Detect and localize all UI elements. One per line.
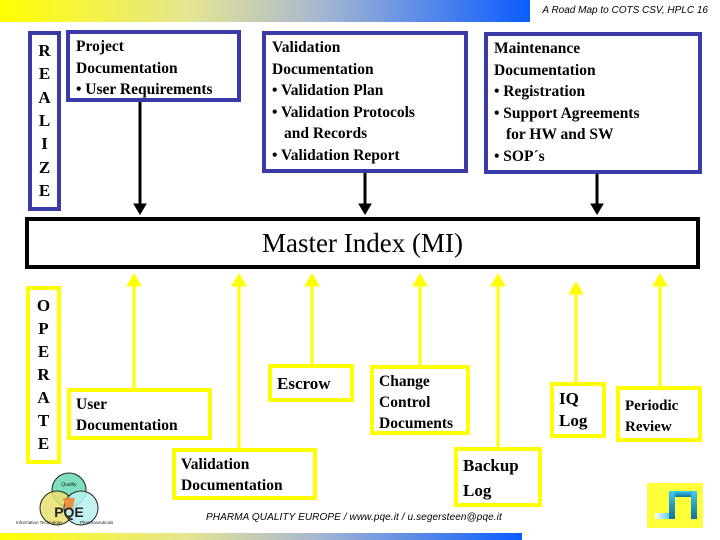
logo-text: PQE <box>54 504 84 520</box>
box-line: Log <box>463 481 492 500</box>
box-line: Documents <box>379 415 454 432</box>
user-documentation-box: User Documentation <box>67 388 212 440</box>
change-control-documents-box: Change Control Documents <box>370 365 470 435</box>
logo-label-pharma: Pharmaceuticals <box>80 520 114 525</box>
box-line: • Validation Report <box>272 146 400 164</box>
logo-label-quality: Quality <box>61 482 77 488</box>
box-line: • Validation Protocols <box>272 103 415 121</box>
operate-label-box: O P E R A T E <box>26 286 61 464</box>
realize-letter: E <box>38 64 51 84</box>
realize-letter: A <box>38 87 51 107</box>
box-line: • Validation Plan <box>272 82 384 99</box>
box-line: Maintenance <box>494 40 581 57</box>
validation-documentation-operate-box: Validation Documentation <box>172 448 317 500</box>
box-line: Review <box>625 419 672 435</box>
box-line: Validation <box>181 456 250 473</box>
operate-letter: E <box>37 341 50 361</box>
box-line: for HW and SW <box>506 126 614 143</box>
master-index-box: Master Index (MI) <box>25 217 700 269</box>
box-line: and Records <box>284 125 368 142</box>
box-line: Documentation <box>181 477 283 494</box>
box-line: • Registration <box>494 83 586 100</box>
operate-letter: A <box>37 388 50 408</box>
realize-letter: R <box>38 40 51 60</box>
master-index-label: Master Index (MI) <box>262 227 463 258</box>
box-line: Project <box>76 38 124 55</box>
logo-label-it: Information Technology <box>16 520 63 525</box>
maintenance-documentation-box: Maintenance Documentation • Registration… <box>484 32 702 174</box>
escrow-box: Escrow <box>268 364 354 402</box>
project-documentation-box: Project Documentation • User Requirement… <box>66 30 241 102</box>
arrow-head <box>358 203 372 215</box>
pqe-logo: PQE Quality Information Technology Pharm… <box>16 472 114 526</box>
box-line: • SOP´s <box>494 147 545 165</box>
periodic-review-box: Periodic Review <box>616 386 702 442</box>
operate-letter: R <box>37 364 50 384</box>
footer-gradient-bar <box>0 533 522 540</box>
box-line: User <box>76 396 107 413</box>
box-line: Escrow <box>277 374 331 393</box>
operate-letter: E <box>37 434 50 454</box>
corner-logo-icon <box>655 491 697 519</box>
box-line: • User Requirements <box>76 81 213 98</box>
slide-title: A Road Map to COTS CSV, HPLC 16 <box>542 5 708 16</box>
box-line: Documentation <box>76 417 178 434</box>
realize-letter: I <box>41 134 48 154</box>
box-line: Change <box>379 373 430 390</box>
backup-log-box: Backup Log <box>454 447 542 507</box>
arrow-head <box>590 203 604 215</box>
box-line: Documentation <box>272 60 374 78</box>
arrow-head <box>133 203 147 215</box>
realize-letter: Z <box>38 157 51 177</box>
validation-documentation-box: Validation Documentation • Validation Pl… <box>262 31 468 173</box>
box-line: Log <box>559 411 588 430</box>
box-line: Validation <box>272 39 341 56</box>
box-line: Documentation <box>76 59 178 77</box>
box-line: Control <box>379 394 431 411</box>
box-line: Backup <box>463 456 519 475</box>
footer-text: PHARMA QUALITY EUROPE / www.pqe.it / u.s… <box>206 512 502 523</box>
header-gradient-bar <box>0 0 530 22</box>
realize-letter: E <box>38 181 51 201</box>
box-line: Periodic <box>625 398 679 414</box>
box-line: • Support Agreements <box>494 104 640 122</box>
operate-letter: P <box>38 318 49 338</box>
operate-letter: T <box>37 411 50 431</box>
realize-letter: L <box>38 110 51 130</box>
corner-logo <box>647 483 703 528</box>
box-line: IQ <box>559 389 579 408</box>
realize-label-box: R E A L I Z E <box>28 31 61 211</box>
iq-log-box: IQ Log <box>550 382 606 438</box>
operate-letter: O <box>36 295 51 315</box>
box-line: Documentation <box>494 61 596 79</box>
